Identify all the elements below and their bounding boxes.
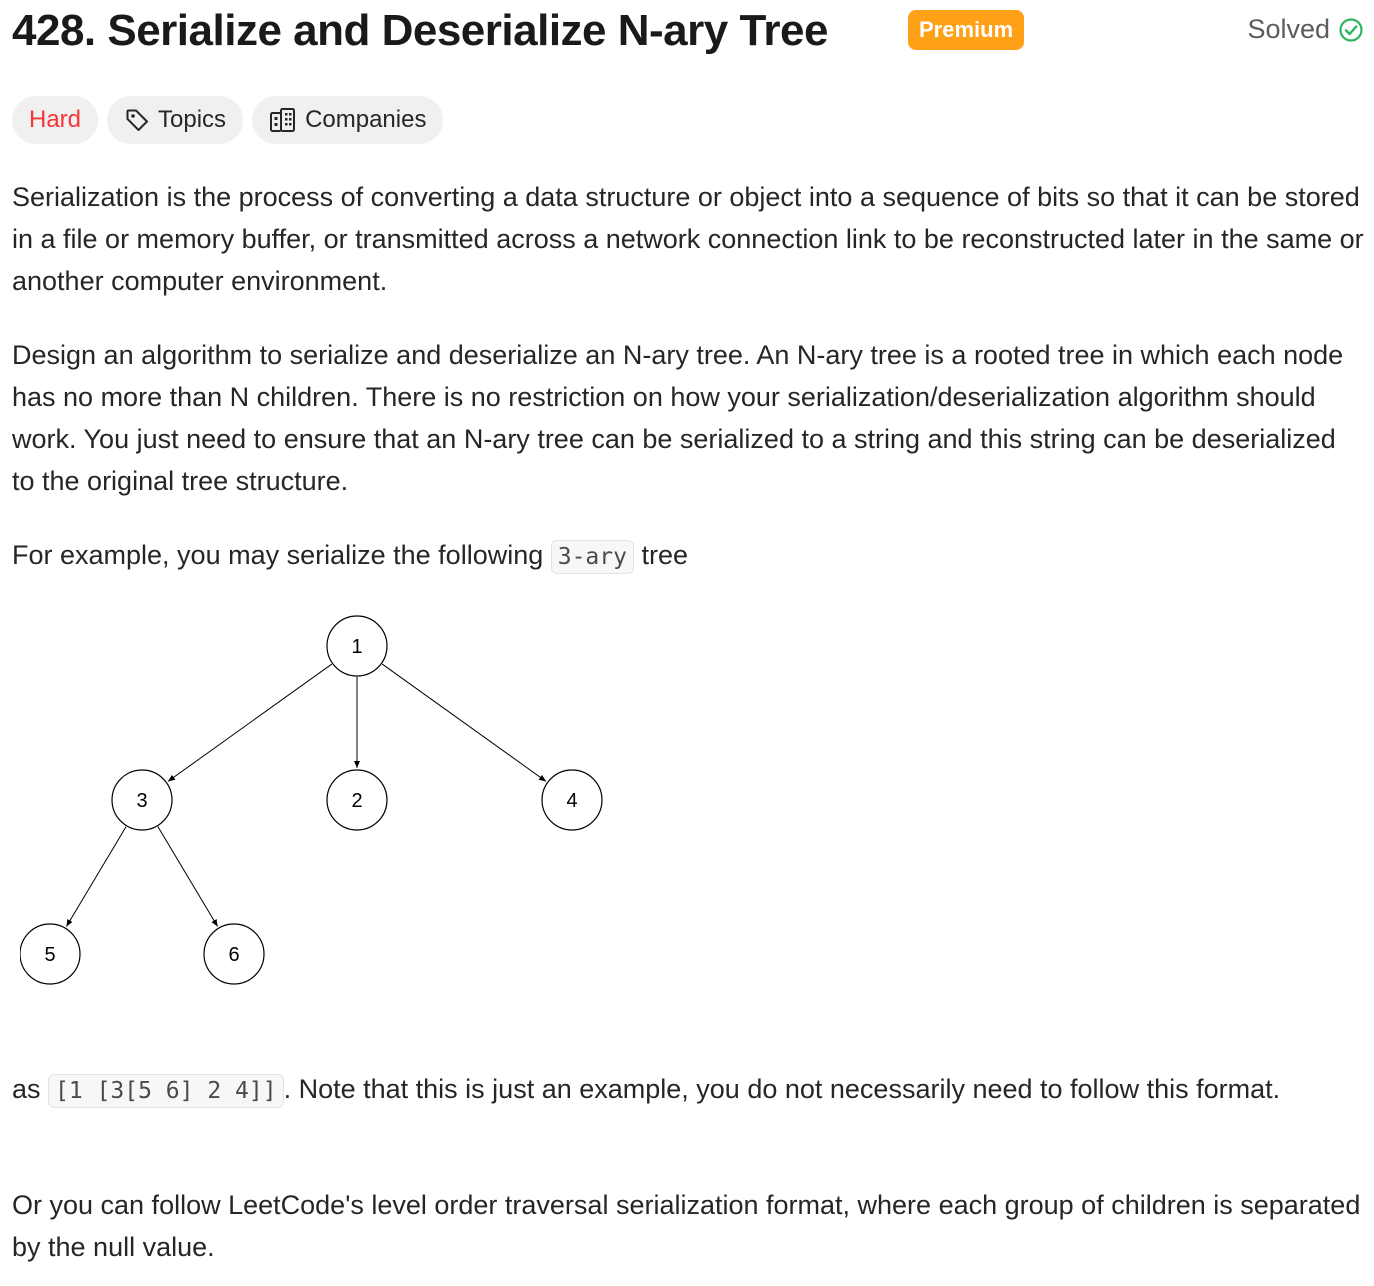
inline-code: 3-ary [550,540,634,574]
tree-node-label: 3 [136,790,147,812]
problem-tags: Hard Topics Companies [12,96,444,144]
tree-node-label: 6 [228,944,239,966]
solved-label: Solved [1247,14,1330,44]
problem-description: 428. Serialize and Deserialize N-ary Tre… [12,0,1364,1262]
description-paragraph-5: Or you can follow LeetCode's level order… [12,1190,1361,1262]
tree-node-6: 6 [203,923,265,985]
tree-diagram-svg: 1 3 2 4 5 6 [19,615,603,985]
solved-status: Solved [1247,14,1364,45]
tree-edge-1-3 [167,663,333,782]
example-note-text: . Note that this is just an example, you… [283,1074,1281,1104]
tree-node-label: 1 [351,636,362,658]
tree-node-label: 2 [351,790,362,812]
companies-label: Companies [305,106,427,133]
description-paragraph-1: Serialization is the process of converti… [12,182,1364,296]
tree-edge-1-4 [381,663,547,782]
example-intro-text: For example, you may serialize the follo… [12,540,551,570]
problem-header: 428. Serialize and Deserialize N-ary Tre… [12,0,1364,70]
topics-label: Topics [158,106,227,133]
example-as-text: as [12,1074,49,1104]
inline-code-serialized: [1 [3[5 6] 2 4]] [48,1074,284,1108]
building-icon [269,107,297,133]
tree-node-label: 5 [44,944,55,966]
tag-icon [124,107,150,133]
description-paragraph-2: Design an algorithm to serialize and des… [12,340,1344,496]
difficulty-badge: Hard [12,96,99,144]
tree-edge-3-5 [65,826,127,927]
description-paragraph-4: as [1 [3[5 6] 2 4]]. Note that this is j… [12,1068,1364,1112]
tree-node-5: 5 [19,923,81,985]
example-intro-suffix: tree [633,540,689,570]
tree-node-2: 2 [326,769,388,831]
tree-node-3: 3 [111,769,173,831]
premium-badge: Premium [908,10,1025,50]
tree-node-1: 1 [326,615,388,677]
tree-diagram: 1 3 2 4 5 6 [19,604,640,1009]
tree-node-4: 4 [541,769,603,831]
problem-title[interactable]: 428. Serialize and Deserialize N-ary Tre… [12,6,828,56]
tree-edge-3-6 [157,826,219,927]
description-paragraph-3: For example, you may serialize the follo… [12,534,1364,578]
topics-button[interactable]: Topics [107,96,244,144]
companies-button[interactable]: Companies [252,96,444,144]
tree-node-label: 4 [566,790,577,812]
check-circle-icon [1338,17,1364,43]
